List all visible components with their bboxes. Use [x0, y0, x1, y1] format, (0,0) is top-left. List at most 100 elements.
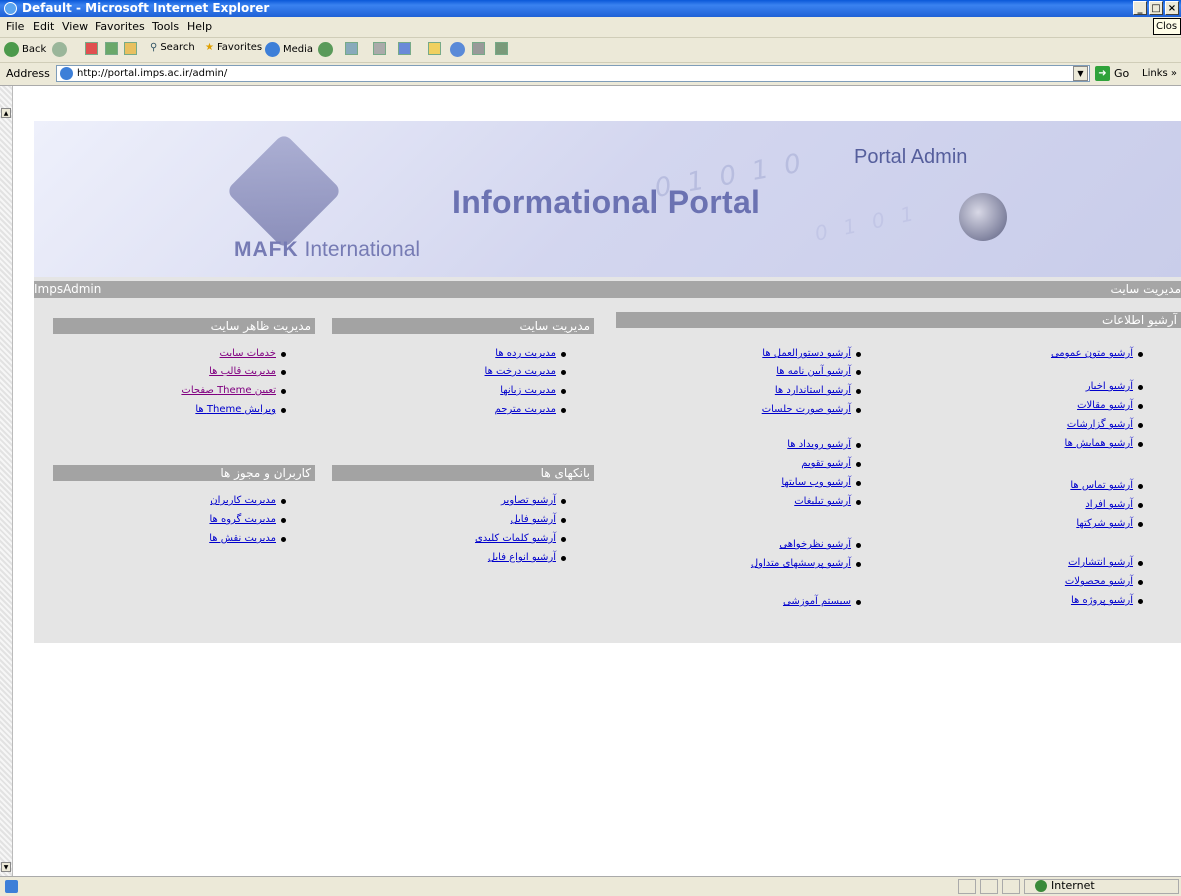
- menu-edit[interactable]: Edit: [33, 20, 54, 33]
- admin-panel: 0 1 0 1 0 0 1 0 1 Portal Admin Informati…: [34, 121, 1181, 643]
- tools-extra-button[interactable]: [495, 42, 508, 55]
- manage-users-link[interactable]: مدیریت کاربران: [210, 495, 276, 506]
- archive-link-regulations[interactable]: آرشیو آیین نامه ها: [776, 366, 851, 377]
- archive-link-products[interactable]: آرشیو محصولات: [1065, 576, 1133, 587]
- file-types-archive-link[interactable]: آرشیو انواع فایل: [488, 552, 556, 563]
- tools-icon: [495, 42, 508, 55]
- bullet: [281, 537, 286, 542]
- archive-link-events[interactable]: آرشیو رویداد ها: [787, 439, 851, 450]
- forward-button[interactable]: [52, 42, 67, 57]
- manage-categories-link[interactable]: مدیریت رده ها: [495, 348, 556, 359]
- links-button[interactable]: Links »: [1142, 68, 1177, 79]
- search-icon: ⚲: [150, 42, 158, 53]
- archive-link-projects[interactable]: آرشیو پروژه ها: [1071, 595, 1133, 606]
- go-button[interactable]: ➜ Go: [1095, 66, 1129, 81]
- archive-link-people[interactable]: آرشیو افراد: [1085, 499, 1133, 510]
- menu-file[interactable]: File: [6, 20, 24, 33]
- archive-link-ads[interactable]: آرشیو تبلیغات: [794, 496, 851, 507]
- media-label: Media: [283, 44, 314, 55]
- back-button[interactable]: Back: [4, 42, 46, 57]
- archive-link-contacts[interactable]: آرشیو تماس ها: [1070, 480, 1133, 491]
- bullet: [281, 370, 286, 375]
- scroll-up-icon[interactable]: ▲: [1, 108, 11, 118]
- bullet: [1138, 385, 1143, 390]
- refresh-button[interactable]: [105, 42, 118, 55]
- bullet: [561, 389, 566, 394]
- stop-button[interactable]: [85, 42, 98, 55]
- set-page-theme-link[interactable]: تعیین Theme صفحات: [181, 385, 276, 396]
- archive-link-websites[interactable]: آرشیو وب سایتها: [781, 477, 851, 488]
- site-services-link[interactable]: خدمات سایت: [220, 348, 276, 359]
- admin-bar: ImpsAdmin مدیریت سایت: [34, 281, 1181, 298]
- globe-logo-icon: [225, 132, 343, 250]
- mail-icon: [345, 42, 358, 55]
- page-icon: [60, 67, 73, 80]
- archive-link-instructions[interactable]: آرشیو دستورالعمل ها: [762, 348, 851, 359]
- address-dropdown-button[interactable]: ▼: [1073, 66, 1088, 81]
- archive-link-publications[interactable]: آرشیو انتشارات: [1068, 557, 1133, 568]
- print-icon: [373, 42, 386, 55]
- bullet: [856, 408, 861, 413]
- menu-view[interactable]: View: [62, 20, 88, 33]
- stop-icon: [85, 42, 98, 55]
- archive-link-general-texts[interactable]: آرشیو متون عمومی: [1051, 348, 1133, 359]
- file-archive-link[interactable]: آرشیو فایل: [510, 514, 556, 525]
- keywords-archive-link[interactable]: آرشیو کلمات کلیدی: [475, 533, 556, 544]
- scroll-down-icon[interactable]: ▼: [1, 862, 11, 872]
- media-button[interactable]: Media: [265, 42, 313, 57]
- menu-help[interactable]: Help: [187, 20, 212, 33]
- site-management-header: مدیریت سایت: [332, 318, 594, 334]
- portal-admin-text: Portal Admin: [854, 146, 968, 168]
- archive-link-standards[interactable]: آرشیو استاندارد ها: [775, 385, 851, 396]
- address-input[interactable]: http://portal.imps.ac.ir/admin/: [56, 65, 1090, 82]
- manage-templates-link[interactable]: مدیریت قالب ها: [209, 366, 276, 377]
- archive-link-minutes[interactable]: آرشیو صورت جلسات: [762, 404, 851, 415]
- bullet: [1138, 404, 1143, 409]
- archive-link-conferences[interactable]: آرشیو همایش ها: [1065, 438, 1133, 449]
- research-icon: [472, 42, 485, 55]
- favorites-button[interactable]: ★ Favorites: [205, 42, 262, 53]
- image-archive-link[interactable]: آرشیو تصاویر: [501, 495, 556, 506]
- research-button[interactable]: [472, 42, 485, 55]
- archive-link-polls[interactable]: آرشیو نظرخواهی: [779, 539, 851, 550]
- mail-button[interactable]: [345, 42, 358, 55]
- brand-name: MAFK: [234, 238, 299, 261]
- manage-trees-link[interactable]: مدیریت درخت ها: [485, 366, 556, 377]
- maximize-button[interactable]: □: [1149, 1, 1163, 15]
- home-button[interactable]: [124, 42, 137, 55]
- refresh-icon: [105, 42, 118, 55]
- archive-link-reports[interactable]: آرشیو گزارشات: [1067, 419, 1133, 430]
- status-pane: [980, 879, 998, 894]
- menu-favorites[interactable]: Favorites: [95, 20, 145, 33]
- manage-groups-link[interactable]: مدیریت گروه ها: [209, 514, 276, 525]
- page-status-icon: [5, 880, 18, 893]
- edit-button[interactable]: [398, 42, 411, 55]
- bullet: [561, 499, 566, 504]
- edit-themes-link[interactable]: ویرایش Theme ها: [195, 404, 276, 415]
- bullet: [856, 500, 861, 505]
- left-scroll-strip[interactable]: ▲ ▼: [0, 86, 13, 876]
- archive-link-faq[interactable]: آرشیو پرسشهای متداول: [751, 558, 851, 569]
- manage-languages-link[interactable]: مدیریت زبانها: [500, 385, 556, 396]
- bullet: [1138, 423, 1143, 428]
- manage-translator-link[interactable]: مدیریت مترجم: [495, 404, 556, 415]
- history-button[interactable]: [318, 42, 333, 57]
- print-button[interactable]: [373, 42, 386, 55]
- close-button[interactable]: ×: [1165, 1, 1179, 15]
- admin-username: ImpsAdmin: [34, 282, 102, 296]
- education-system-link[interactable]: سیستم آموزشی: [783, 596, 851, 607]
- title-bar: Default - Microsoft Internet Explorer _ …: [0, 0, 1181, 17]
- archive-link-calendar[interactable]: آرشیو تقویم: [801, 458, 851, 469]
- binary-decoration-2: 0 1 0 1: [812, 200, 921, 246]
- search-button[interactable]: ⚲ Search: [150, 42, 195, 53]
- archive-link-articles[interactable]: آرشیو مقالات: [1077, 400, 1133, 411]
- archive-link-companies[interactable]: آرشیو شرکتها: [1076, 518, 1133, 529]
- messenger-button[interactable]: [450, 42, 465, 57]
- archive-link-news[interactable]: آرشیو اخبار: [1086, 381, 1133, 392]
- address-label: Address: [6, 67, 50, 80]
- manage-roles-link[interactable]: مدیریت نقش ها: [209, 533, 276, 544]
- banner-title: Informational Portal: [452, 184, 761, 220]
- minimize-button[interactable]: _: [1133, 1, 1147, 15]
- menu-tools[interactable]: Tools: [152, 20, 179, 33]
- discuss-button[interactable]: [428, 42, 441, 55]
